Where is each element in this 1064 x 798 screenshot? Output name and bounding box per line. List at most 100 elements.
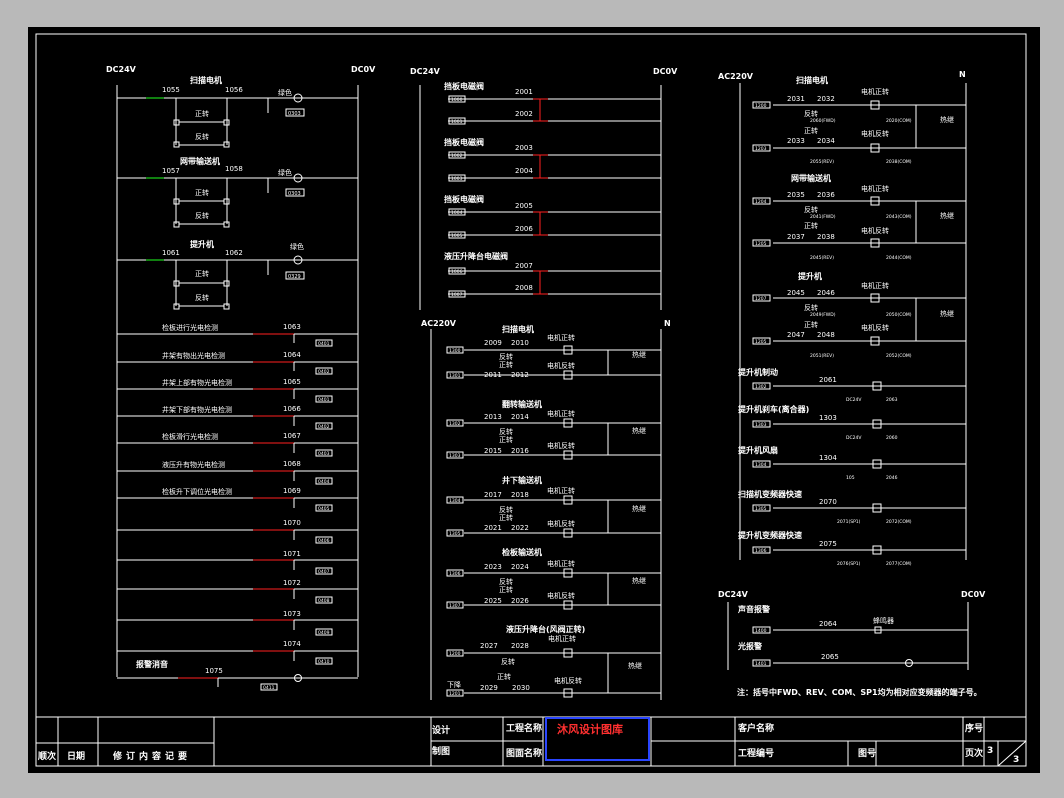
s3-group-title: 井下输送机 [502,475,542,485]
s3-group-rev: 反转 [499,427,513,436]
s1-row-contact-a: 1057 [162,167,180,175]
section-2: DC24V DC0V 挡板电磁阀 2001 2002 1000 1001 挡板电… [410,67,678,310]
section-1: DC24V DC0V 扫描电机 1055 1056 正转 反转 绿色 0303 … [106,65,376,691]
s4-group-b1: 2037 [787,233,805,241]
s2-valve-group: 挡板电磁阀 2001 2002 1000 1001 [444,81,661,125]
s3-group-tag1: 1200 [449,651,461,657]
s1-sensor-tag: 0401 [318,397,330,403]
s4-single-title: 提升机刹车(离合器) [738,404,809,414]
s4-group-sub3: 2051(REV) [810,353,834,359]
s1-row-tag: 0303 [288,191,301,197]
s4-single-tag: 1305 [755,506,767,512]
s3-group-a2: 2014 [511,413,529,421]
s3-group-tag2: 1303 [449,453,461,459]
s1-row-tag: 0329 [288,274,301,280]
s4-single-sub2: 2060 [886,435,898,441]
s4-single-row: 提升机刹车(离合器) 1303 1303 DC24V 2060 [738,404,966,441]
s4-group-coil2: 电机反转 [861,323,889,332]
s3-group-a1: 2009 [484,339,502,347]
s1-row-title: 提升机 [190,239,214,249]
s1-sensor-row: 井架上部有物光电检测 1065 0401 [117,378,358,403]
s3-group-a1: 2027 [480,642,498,650]
s3-group-b1: 2021 [484,524,502,532]
s3-group-b2: 2030 [512,684,530,692]
s4-dc-right-supply: DC0V [961,590,986,599]
s4-single-number: 1304 [819,454,837,462]
s4-group-sub2: 2020(COM) [886,118,912,124]
s2-valve-tag2: 1003 [451,176,463,182]
s4-group-b2: 2034 [817,137,835,145]
s3-group-rev: 反转 [499,577,513,586]
s2-valve-n2: 2006 [515,225,533,233]
s1-sensor-tag: 0402 [318,369,330,375]
s1-sensor-row: 1071 0407 [117,550,358,575]
s4-single-sub1: DC24V [846,435,862,441]
s1-row-fwd: 正转 [195,109,209,118]
s3-group-b1: 2025 [484,597,502,605]
s3-group-b1: 2015 [484,447,502,455]
tb-project-name: 工程名称 [506,722,542,734]
s4-group-coil2: 电机反转 [861,226,889,235]
s1-sensor-tag: 0406 [318,538,330,544]
s4-single-row: 提升机制动 1302 2061 DC24V 2063 [738,367,966,403]
s2-valve-n1: 2003 [515,144,533,152]
s1-sensor-row: 1073 0409 [117,610,358,636]
s1-sensor-label: 检板滑行光电检测 [162,432,218,441]
s4-motor-group: 提升机 1207 1205 2045 2046 反转 正转 2047 2048 … [752,271,966,359]
s4-group-b2: 2048 [817,331,835,339]
s1-sensor-tag: 0407 [318,569,330,575]
s1-sensor-row: 1072 0408 [117,579,358,604]
s4-group-sub3: 2055(REV) [810,159,834,165]
s1-left-supply: DC24V [106,65,137,74]
s1-sensor-row: 检板进行光电检测 1063 0401 [117,323,358,347]
s2-valve-n2: 2008 [515,284,533,292]
s4-group-rev: 反转 [804,109,818,118]
s3-group-ol: 热继 [632,576,646,585]
s2-valve-tag2: 1001 [451,119,463,125]
s4-group-ol: 热继 [940,211,954,220]
s2-valve-title: 挡板电磁阀 [444,194,484,204]
s2-valve-tag1: 1004 [451,210,463,216]
tb-customer-name: 客户名称 [737,722,774,734]
tb-design: 设计 [432,724,450,736]
s1-row-contact-b: 1058 [225,165,243,173]
s4-group-coil1: 电机正转 [861,87,889,96]
s3-group-tag2: 1307 [449,603,461,609]
s2-valve-tag2: 1005 [451,233,463,239]
s4-single-sub1: 105 [846,475,855,481]
s4-group-sub2: 2043(COM) [886,214,912,220]
s4-group-title: 网带输送机 [791,173,831,183]
s4-single-sub2: 2063 [886,397,898,403]
s4-dc-left-supply: DC24V [718,590,749,599]
s1-lift-row: 提升机 1061 1062 正转 反转 绿色 0329 [117,239,358,310]
s1-conveyor-row: 网带输送机 1057 1058 正转 反转 绿色 0303 [117,156,358,228]
s4-single-tag: 1304 [755,462,767,468]
s1-sensor-tag: 0405 [318,506,330,512]
s1-sensor-number: 1064 [283,351,301,359]
s2-valve-tag2: 1007 [451,292,463,298]
s4-dc-row-number: 2065 [821,653,839,661]
s4-group-sub1: 2060(FWD) [810,118,836,124]
s4-dc-row-tag: 1401 [755,661,767,667]
s2-valve-title: 液压升降台电磁阀 [444,251,508,261]
s4-single-title: 提升机风扇 [738,445,778,455]
s1-alarm-tag: 0411 [263,685,275,691]
s4-motor-group: 扫描电机 1200 1203 2031 2032 反转 正转 2033 2034… [752,75,966,165]
s4-single-sub1: 2071(SP1) [837,519,861,525]
s4-single-number: 1303 [819,414,837,422]
s3-group-coil1: 电机正转 [547,409,575,418]
s2-valve-n1: 2007 [515,262,533,270]
s3-group-coil1: 电机正转 [547,486,575,495]
s3-group-a1: 2017 [484,491,502,499]
s3-group-b1: 2029 [480,684,498,692]
section-3: AC220V N 扫描电机 1300 1301 2009 2010 反转 正转 … [421,319,671,700]
s4-group-b1: 2033 [787,137,805,145]
s2-valve-tag1: 1000 [451,97,463,103]
s1-sensor-number: 1066 [283,405,301,413]
s1-sensor-number: 1068 [283,460,301,468]
s1-sensor-number: 1070 [283,519,301,527]
s4-single-row: 提升机变频器快速 1306 2075 2076(SP1) 2077(COM) [738,530,966,567]
s3-group-fwd: 正转 [497,672,511,681]
s4-single-title: 提升机变频器快速 [738,530,802,540]
s1-motor-row: 扫描电机 1055 1056 正转 反转 绿色 0303 [117,75,358,148]
